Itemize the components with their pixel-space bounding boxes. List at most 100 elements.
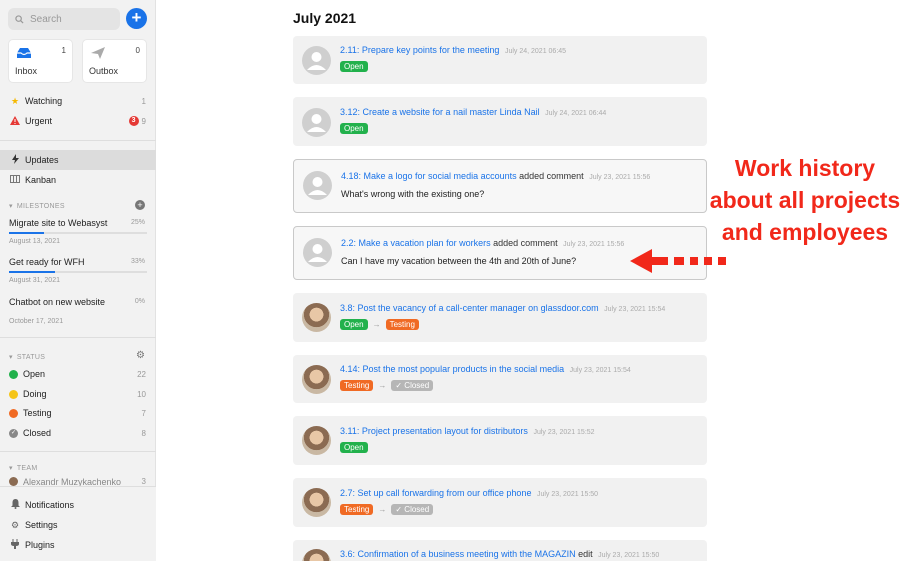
annotation-text: Work history about all projects and empl… — [690, 152, 920, 248]
milestone-percent: 0% — [134, 298, 145, 305]
annotation-line: and employees — [721, 219, 889, 245]
avatar — [302, 46, 331, 75]
arrow-right-icon: → — [378, 381, 387, 390]
annotation-line: Work history — [734, 155, 876, 181]
sidebar-item-status[interactable]: Testing 7 — [0, 403, 156, 423]
status-badge: ✓ Closed — [391, 380, 434, 391]
activity-item[interactable]: 3.8: Post the vacancy of a call-center m… — [293, 293, 707, 342]
timestamp: July 23, 2021 15:54 — [569, 367, 631, 374]
status-label: Testing — [23, 408, 52, 418]
task-link[interactable]: 2.2: Make a vacation plan for workers — [341, 238, 491, 248]
avatar — [303, 238, 332, 267]
bottom-nav: Notifications ⚙ Settings Plugins — [0, 486, 156, 561]
plugins-label: Plugins — [25, 540, 55, 550]
search-input[interactable]: Search — [8, 8, 120, 30]
avatar — [302, 365, 331, 394]
activity-item[interactable]: 3.6: Confirmation of a business meeting … — [293, 540, 707, 561]
plug-icon — [9, 539, 21, 551]
search-icon — [15, 14, 24, 24]
status-label: Doing — [23, 389, 47, 399]
avatar — [303, 171, 332, 200]
status-badge: Open — [340, 442, 368, 453]
status-badge: Testing — [340, 504, 374, 515]
inbox-label: Inbox — [15, 66, 38, 76]
warning-icon — [9, 115, 21, 127]
urgent-badge: 3 — [128, 116, 139, 126]
settings-label: Settings — [25, 520, 58, 530]
milestone-progress-fill — [9, 232, 44, 234]
user-icon — [308, 244, 327, 262]
milestone-name[interactable]: Migrate site to Webasyst — [9, 218, 107, 228]
updates-label: Updates — [25, 155, 59, 165]
paper-plane-icon — [90, 46, 106, 65]
collapse-icon: ▾ — [9, 203, 13, 210]
watching-label: Watching — [25, 96, 63, 106]
team-header[interactable]: ▾ TEAM — [9, 464, 37, 473]
milestone-name[interactable]: Get ready for WFH — [9, 257, 85, 267]
sidebar-item-status[interactable]: Doing 10 — [0, 384, 156, 404]
status-dot — [9, 369, 18, 379]
task-link[interactable]: 4.18: Make a logo for social media accou… — [341, 171, 517, 181]
timestamp: July 23, 2021 15:50 — [598, 552, 660, 559]
team-member-name: Alexandr Muzykachenko — [23, 477, 122, 486]
activity-item[interactable]: 4.14: Post the most popular products in … — [293, 355, 707, 403]
action-text: added comment — [519, 171, 584, 181]
urgent-count: 9 — [141, 116, 146, 126]
activity-item[interactable]: 2.7: Set up call forwarding from our off… — [293, 478, 707, 527]
sidebar-item-status[interactable]: ✓ Closed 8 — [0, 423, 156, 443]
collapse-icon: ▾ — [9, 354, 13, 361]
status-count: 22 — [137, 369, 146, 379]
kanban-icon — [9, 175, 21, 185]
status-label: Open — [23, 369, 46, 379]
task-link[interactable]: 3.11: Project presentation layout for di… — [340, 426, 528, 436]
check-icon: ✓ — [395, 505, 405, 514]
activity-item[interactable]: 3.11: Project presentation layout for di… — [293, 416, 707, 465]
timestamp: July 24, 2021 06:45 — [504, 48, 567, 55]
task-link[interactable]: 4.14: Post the most popular products in … — [340, 364, 564, 374]
sidebar-item-urgent[interactable]: Urgent 3 9 — [0, 111, 156, 131]
urgent-label: Urgent — [25, 116, 53, 126]
page-title: July 2021 — [293, 10, 357, 26]
task-link[interactable]: 2.7: Set up call forwarding from our off… — [340, 488, 531, 498]
gear-icon: ⚙ — [10, 519, 20, 530]
action-text: added comment — [493, 238, 558, 248]
sidebar-item-team-member[interactable]: Alexandr Muzykachenko 3 — [0, 477, 156, 486]
divider — [0, 140, 156, 141]
action-text: edit — [578, 549, 593, 559]
milestones-header[interactable]: ▾ MILESTONES — [9, 202, 65, 211]
sidebar-item-updates[interactable]: Updates — [0, 150, 156, 170]
status-header[interactable]: ▾ STATUS — [9, 353, 45, 362]
inbox-button[interactable]: 1 Inbox — [9, 40, 72, 82]
sidebar-item-status[interactable]: Open 22 — [0, 364, 156, 384]
milestone-name[interactable]: Chatbot on new website — [9, 297, 105, 307]
outbox-label: Outbox — [89, 66, 119, 76]
collapse-icon: ▾ — [9, 465, 13, 472]
task-link[interactable]: 3.8: Post the vacancy of a call-center m… — [340, 303, 599, 313]
activity-item[interactable]: 2.11: Prepare key points for the meeting… — [293, 36, 707, 84]
task-link[interactable]: 3.6: Confirmation of a business meeting … — [340, 549, 576, 559]
user-icon — [308, 177, 327, 195]
activity-item[interactable]: 4.18: Make a logo for social media accou… — [293, 159, 707, 213]
sidebar-item-watching[interactable]: ★ Watching 1 — [0, 91, 156, 111]
status-badge: Testing — [340, 380, 374, 391]
sidebar-item-settings[interactable]: ⚙ Settings — [0, 515, 156, 535]
milestone-progress-bar — [9, 271, 147, 273]
sidebar-item-kanban[interactable]: Kanban — [0, 170, 156, 190]
timestamp: July 23, 2021 15:52 — [533, 429, 595, 436]
milestone-percent: 25% — [130, 219, 145, 226]
status-badge: Open — [340, 123, 368, 134]
outbox-button[interactable]: 0 Outbox — [83, 40, 146, 82]
add-milestone-button[interactable]: + — [135, 200, 145, 210]
avatar — [302, 303, 331, 332]
sidebar-item-notifications[interactable]: Notifications — [0, 495, 156, 515]
task-link[interactable]: 2.11: Prepare key points for the meeting — [340, 45, 499, 55]
milestone-date: October 17, 2021 — [9, 318, 64, 325]
task-link[interactable]: 3.12: Create a website for a nail master… — [340, 107, 540, 117]
add-task-button[interactable]: + — [126, 8, 147, 29]
gear-icon[interactable]: ⚙ — [136, 350, 145, 361]
arrow-right-icon: → — [378, 505, 387, 514]
sidebar-item-plugins[interactable]: Plugins — [0, 535, 156, 555]
activity-item[interactable]: 3.12: Create a website for a nail master… — [293, 97, 707, 146]
avatar — [302, 108, 331, 137]
milestone-date: August 31, 2021 — [9, 277, 60, 284]
